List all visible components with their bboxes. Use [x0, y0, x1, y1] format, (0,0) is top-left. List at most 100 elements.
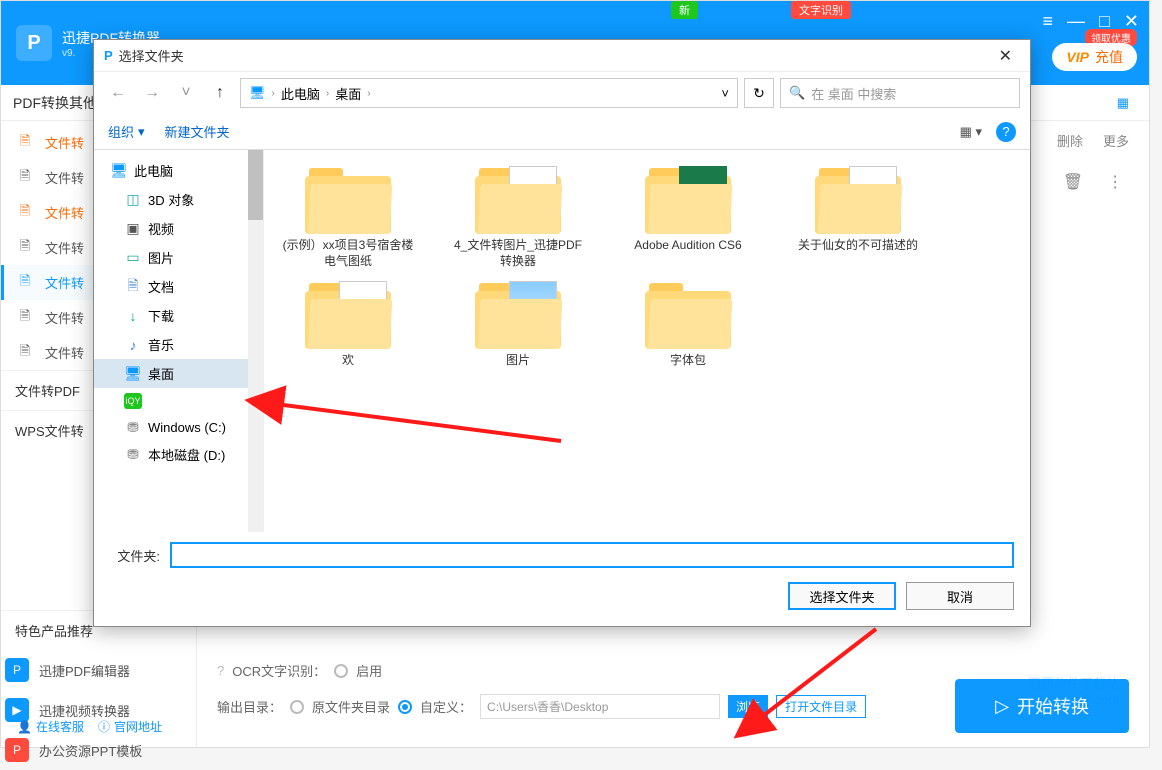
music-icon: ♪: [124, 337, 142, 353]
bottom-controls: ? OCR文字识别： 启用 输出目录： 原文件夹目录 自定义： C:\Users…: [197, 647, 1149, 747]
dialog-body: 🖥此电脑 ◫3D 对象 ▣视频 ▭图片 🗎文档 ↓下载 ♪音乐 🖥桌面 iQY …: [94, 150, 1030, 532]
forward-button[interactable]: →: [138, 79, 166, 107]
crumb-0[interactable]: 此电脑: [281, 84, 320, 103]
pc-icon: 🖥: [110, 163, 128, 179]
vip-button[interactable]: VIP 充值: [1052, 43, 1137, 71]
scrollbar-thumb[interactable]: [248, 150, 263, 220]
folder-item[interactable]: 字体包: [618, 279, 758, 369]
doc-icon: 🗎: [17, 345, 33, 361]
opt-custom: 自定义：: [420, 697, 472, 716]
browse-button[interactable]: 浏览: [728, 695, 768, 718]
breadcrumb[interactable]: 🖥 › 此电脑 › 桌面 › ˅: [240, 78, 738, 108]
folder-item[interactable]: Adobe Audition CS6: [618, 164, 758, 269]
tree-this-pc[interactable]: 🖥此电脑: [94, 156, 263, 185]
help-button[interactable]: ?: [996, 122, 1016, 142]
watermark: 西西软件下载站 www.xz7.com: [1028, 673, 1119, 707]
dialog-footer: 文件夹: 选择文件夹 取消: [94, 532, 1030, 626]
tree-music[interactable]: ♪音乐: [94, 330, 263, 359]
tree-disk-c[interactable]: ⛃Windows (C:): [94, 414, 263, 440]
tree-video[interactable]: ▣视频: [94, 214, 263, 243]
folder-icon: [813, 164, 903, 234]
new-folder-button[interactable]: 新建文件夹: [165, 122, 230, 141]
folder-item[interactable]: 关于仙女的不可描述的: [788, 164, 928, 269]
doc-icon: 🗎: [17, 205, 33, 221]
chevron-icon: ›: [326, 88, 329, 99]
folder-item[interactable]: 4_文件转图片_迅捷PDF转换器: [448, 164, 588, 269]
dialog-title-bar: P 选择文件夹 ✕: [94, 40, 1030, 72]
opt-same: 原文件夹目录: [312, 697, 390, 716]
ocr-enable: 启用: [356, 661, 382, 680]
folder-picker-dialog: P 选择文件夹 ✕ ← → ˅ ↑ 🖥 › 此电脑 › 桌面 › ˅ ↻ 🔍 在…: [93, 39, 1031, 627]
crumb-1[interactable]: 桌面: [335, 84, 361, 103]
folder-icon: [303, 279, 393, 349]
dialog-toolbar: 组织 ▾ 新建文件夹 ▦ ▾ ?: [94, 114, 1030, 150]
app-icon: P: [104, 48, 113, 63]
folder-item[interactable]: 图片: [448, 279, 588, 369]
tree-3d[interactable]: ◫3D 对象: [94, 185, 263, 214]
cancel-button[interactable]: 取消: [906, 582, 1014, 610]
folder-name-input[interactable]: [170, 542, 1014, 568]
radio-same-dir[interactable]: [290, 700, 304, 714]
pc-icon: 🖥: [249, 85, 266, 101]
chevron-icon: ›: [367, 88, 370, 99]
help-icon[interactable]: ?: [217, 663, 224, 678]
tree-image[interactable]: ▭图片: [94, 243, 263, 272]
radio-custom-dir[interactable]: [398, 700, 412, 714]
tree-desktop[interactable]: 🖥桌面: [94, 359, 263, 388]
menu-icon[interactable]: ≡: [1043, 11, 1054, 32]
ocr-radio[interactable]: [334, 664, 348, 678]
vip-action: 充值: [1095, 47, 1123, 67]
video-icon: ▣: [124, 221, 142, 237]
folder-icon: [303, 164, 393, 234]
badge-ocr: 文字识别: [791, 1, 851, 19]
grid-icon[interactable]: ▦: [1117, 95, 1129, 111]
select-folder-button[interactable]: 选择文件夹: [788, 582, 896, 610]
dropdown-icon[interactable]: ˅: [721, 86, 729, 101]
search-placeholder: 在 桌面 中搜索: [811, 84, 896, 103]
recent-dropdown[interactable]: ˅: [172, 79, 200, 107]
chevron-icon: ›: [272, 88, 275, 99]
search-icon: 🔍: [789, 85, 805, 101]
folder-item[interactable]: (示例）xx项目3号宿舍楼电气图纸: [278, 164, 418, 269]
promo-item-0[interactable]: P迅捷PDF编辑器: [1, 650, 196, 690]
doc-icon: 🗎: [17, 135, 33, 151]
site-link[interactable]: ⓘ 官网地址: [98, 718, 162, 735]
doc-icon: 🗎: [124, 279, 142, 295]
minimize-icon[interactable]: —: [1067, 11, 1085, 32]
tree-disk-d[interactable]: ⛃本地磁盘 (D:): [94, 440, 263, 469]
up-button[interactable]: ↑: [206, 79, 234, 107]
service-link[interactable]: 👤 在线客服: [17, 718, 84, 735]
dialog-title: 选择文件夹: [119, 46, 184, 65]
cube-icon: ◫: [124, 192, 142, 208]
app-window: P 迅捷PDF转换器 v9. 新 文字识别 ≡ — □ ✕ 领取优惠 VIP 充…: [0, 0, 1150, 748]
organize-button[interactable]: 组织 ▾: [108, 122, 145, 141]
doc-icon: 🗎: [17, 240, 33, 256]
path-input[interactable]: C:\Users\香香\Desktop: [480, 694, 720, 719]
refresh-button[interactable]: ↻: [744, 78, 774, 108]
folder-item[interactable]: 欢: [278, 279, 418, 369]
promo-icon: P: [5, 658, 29, 682]
folder-icon: [643, 164, 733, 234]
desktop-icon: 🖥: [124, 366, 142, 382]
disk-icon: ⛃: [124, 447, 142, 463]
chevron-down-icon: ▾: [138, 124, 145, 140]
open-dir-button[interactable]: 打开文件目录: [776, 695, 866, 718]
download-icon: ↓: [124, 308, 142, 324]
search-input[interactable]: 🔍 在 桌面 中搜索: [780, 78, 1020, 108]
tree-doc[interactable]: 🗎文档: [94, 272, 263, 301]
ocr-label: OCR文字识别：: [232, 661, 326, 680]
view-mode-button[interactable]: ▦ ▾: [960, 124, 982, 140]
footer-links: 👤 在线客服 ⓘ 官网地址: [17, 718, 162, 735]
out-label: 输出目录：: [217, 697, 282, 716]
dialog-close-button[interactable]: ✕: [991, 42, 1020, 70]
folder-tree: 🖥此电脑 ◫3D 对象 ▣视频 ▭图片 🗎文档 ↓下载 ♪音乐 🖥桌面 iQY …: [94, 150, 264, 532]
folder-field-label: 文件夹:: [110, 546, 160, 565]
promo-item-2[interactable]: P办公资源PPT模板: [1, 730, 196, 770]
doc-icon: 🗎: [17, 275, 33, 291]
tree-download[interactable]: ↓下载: [94, 301, 263, 330]
image-icon: ▭: [124, 250, 142, 266]
tree-scrollbar[interactable]: [248, 150, 263, 532]
tree-iqiyi[interactable]: iQY: [94, 388, 263, 414]
disk-icon: ⛃: [124, 419, 142, 435]
back-button[interactable]: ←: [104, 79, 132, 107]
